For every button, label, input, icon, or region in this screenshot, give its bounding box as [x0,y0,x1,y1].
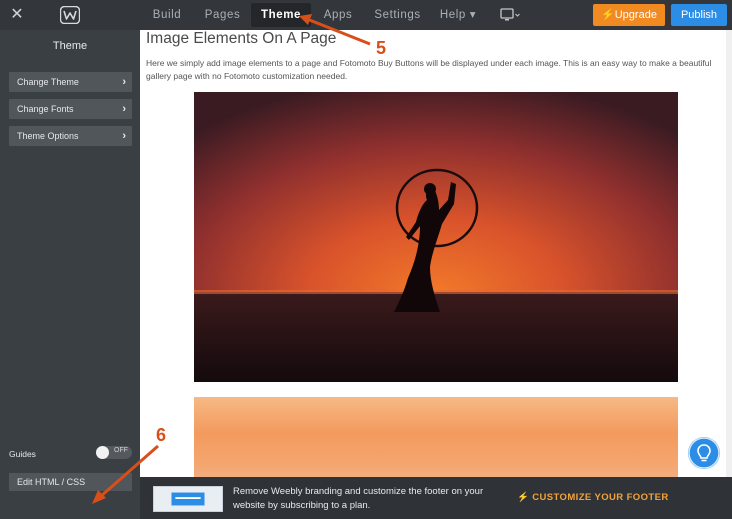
desktop-device-icon[interactable] [500,8,520,22]
close-icon[interactable]: ✕ [8,5,26,25]
page-scrollbar[interactable] [726,30,732,477]
toggle-knob [96,446,109,459]
upgrade-button[interactable]: ⚡Upgrade [593,4,665,26]
top-toolbar: ✕ Build Pages Theme Apps Settings Help ▾… [0,0,732,30]
weebly-logo-icon[interactable] [60,6,80,24]
sidebar-item-label: Change Fonts [17,104,74,114]
lightbulb-icon [688,437,720,469]
tab-help[interactable]: Help ▾ [438,3,478,27]
publish-button[interactable]: Publish [671,4,727,26]
page-description[interactable]: Here we simply add image elements to a p… [146,57,721,83]
footer-preview-image [153,486,223,512]
change-fonts-button[interactable]: Change Fonts › [9,99,132,119]
sidebar-title: Theme [52,40,88,52]
tab-apps[interactable]: Apps [318,3,358,27]
tab-pages[interactable]: Pages [200,3,245,27]
annotation-step-6: 6 [156,425,167,445]
chevron-right-icon: › [122,130,126,142]
customize-footer-link[interactable]: ⚡ CUSTOMIZE YOUR FOOTER [517,492,669,503]
annotation-step-5: 5 [376,38,387,58]
chevron-right-icon: › [122,76,126,88]
toggle-state: OFF [114,447,128,454]
guides-toggle[interactable]: OFF [96,446,132,459]
sunset-sky-image[interactable] [194,397,678,477]
tab-build[interactable]: Build [145,3,189,27]
sidebar-item-label: Change Theme [17,77,79,87]
chevron-right-icon: › [122,103,126,115]
page-canvas: Image Elements On A Page Here we simply … [140,30,732,477]
sunset-hoop-dancer-image[interactable] [194,92,678,382]
tab-settings[interactable]: Settings [370,3,425,27]
tab-theme[interactable]: Theme [251,3,311,27]
edit-html-css-button[interactable]: Edit HTML / CSS [9,473,132,491]
footer-promo-text: Remove Weebly branding and customize the… [233,486,484,511]
guides-label: Guides [9,449,36,459]
footer-promo-bar: Remove Weebly branding and customize the… [140,477,732,519]
help-lightbulb-button[interactable] [688,437,720,469]
page-title[interactable]: Image Elements On A Page [146,30,336,48]
theme-options-button[interactable]: Theme Options › [9,126,132,146]
sidebar-item-label: Theme Options [17,131,79,141]
change-theme-button[interactable]: Change Theme › [9,72,132,92]
